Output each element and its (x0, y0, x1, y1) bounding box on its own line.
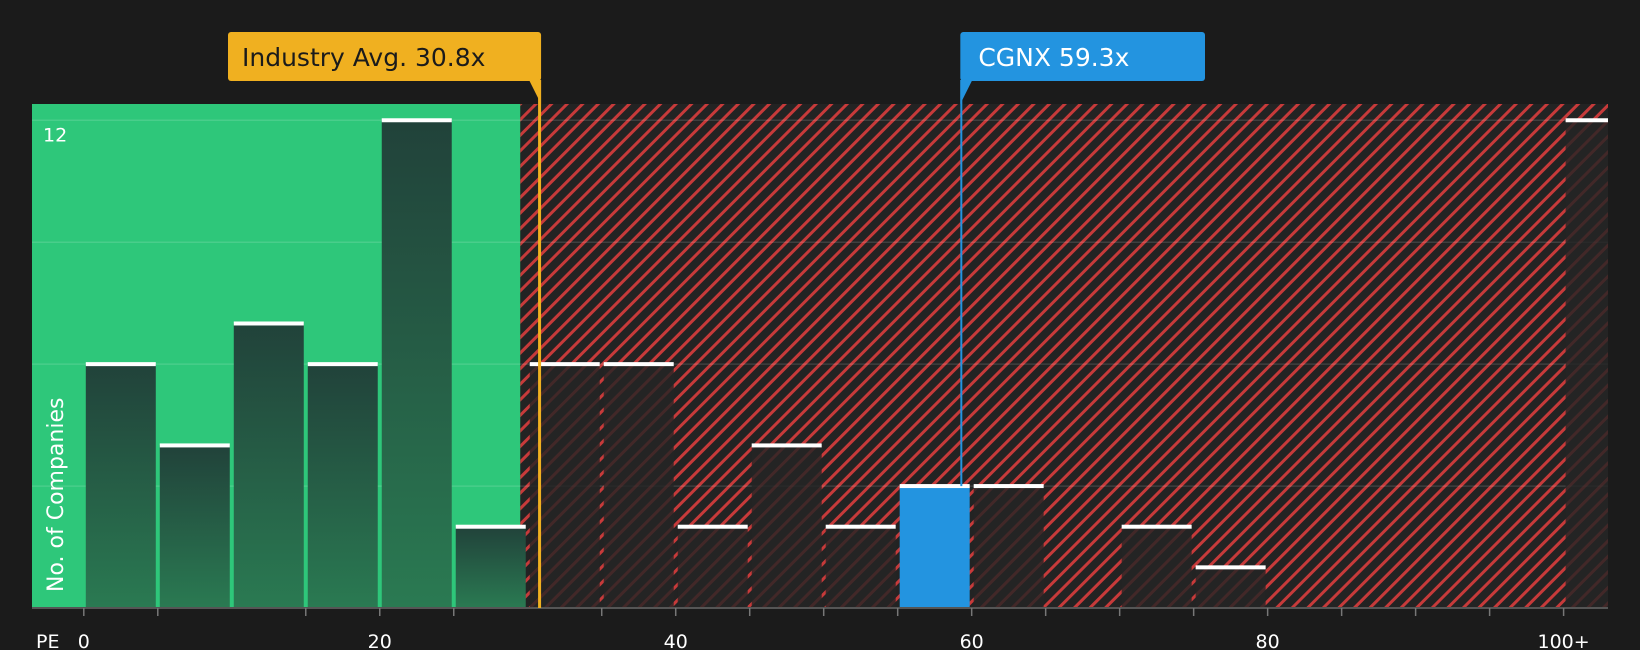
histogram-bar (307, 364, 378, 608)
bar-cap (233, 321, 304, 326)
bar-cap (85, 362, 156, 367)
y-axis-label: No. of Companies (44, 398, 69, 592)
bar-cap (307, 362, 378, 367)
x-tick-label: 40 (664, 631, 688, 650)
x-tick-label: 0 (78, 631, 90, 650)
histogram-bar (1195, 567, 1266, 608)
histogram-bar (85, 364, 156, 608)
bar-cap (825, 524, 896, 529)
histogram-bar (677, 526, 748, 608)
bar-cap (751, 443, 822, 448)
x-tick-label: 100+ (1538, 631, 1590, 650)
histogram-bar (603, 364, 674, 608)
industry-avg-label: Industry Avg. 30.8x (242, 43, 485, 72)
x-tick-label: 60 (960, 631, 984, 650)
y-tick-label: 12 (43, 124, 67, 146)
histogram-bar (233, 323, 304, 608)
bar-cap (1195, 565, 1266, 570)
histogram-bar (825, 526, 896, 608)
histogram-bar (899, 486, 970, 608)
bar-cap (1565, 118, 1608, 123)
company-pe-label: CGNX 59.3x (978, 43, 1129, 72)
bar-cap (159, 443, 230, 448)
histogram-bar (381, 120, 452, 609)
bar-cap (973, 484, 1044, 489)
bar-cap (899, 484, 970, 489)
x-axis-label: PE (36, 631, 59, 650)
x-tick-label: 80 (1256, 631, 1280, 650)
histogram-bar (1565, 120, 1608, 609)
histogram-bar (455, 526, 526, 608)
bar-cap (677, 524, 748, 529)
bar-cap (1121, 524, 1192, 529)
pe-distribution-chart: 0 20 40 60 80 100+ PE 12 No. of Companies Indust… (0, 0, 1640, 650)
bar-cap (381, 118, 452, 123)
histogram-bar (159, 445, 230, 608)
histogram-bar (973, 486, 1044, 608)
histogram-bar (751, 445, 822, 608)
x-tick-label: 20 (368, 631, 392, 650)
bar-cap (455, 524, 526, 529)
bar-cap (603, 362, 674, 367)
histogram-bar (1121, 526, 1192, 608)
